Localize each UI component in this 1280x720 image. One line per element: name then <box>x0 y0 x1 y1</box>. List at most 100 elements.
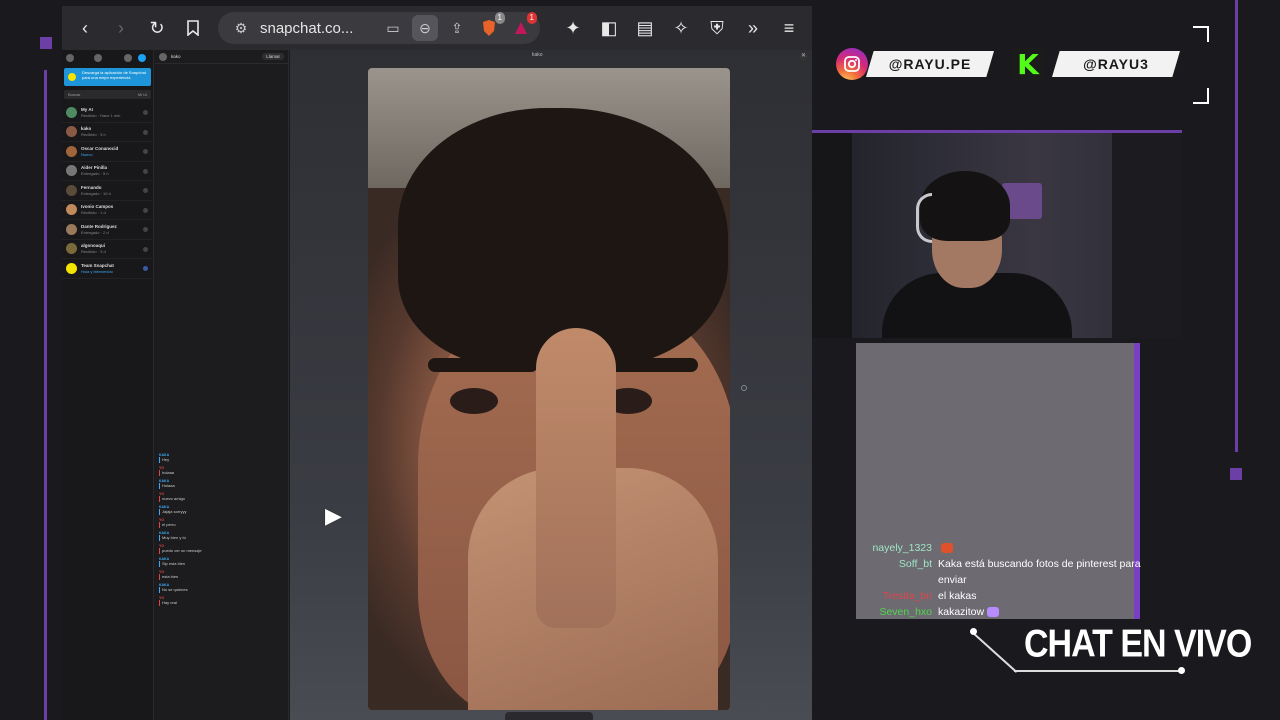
message: Holaaa <box>159 483 284 489</box>
viewer-title: kako <box>532 52 543 58</box>
leo-ai-icon[interactable]: ✧ <box>666 13 696 43</box>
photo-brow-left <box>428 358 538 372</box>
chat-status: Recibido · 1 d <box>81 210 106 216</box>
camera-icon[interactable] <box>143 149 148 154</box>
url-text[interactable]: snapchat.co... <box>260 20 374 37</box>
call-button[interactable]: Llamar <box>262 53 284 60</box>
cast-icon[interactable]: ▭ <box>380 15 406 41</box>
message: Sip esta bien <box>159 561 284 567</box>
conversation-panel: kako Llamar KAKA Hey YO holaaa KAKA Holaaa YO n… <box>155 50 289 720</box>
camera-icon[interactable] <box>143 168 148 174</box>
message: Muy bien y tú <box>159 535 284 541</box>
search-input[interactable]: Buscar Mi IA <box>64 90 151 99</box>
camera-icon[interactable] <box>143 129 148 135</box>
message: esta bien <box>159 574 284 580</box>
photo-thumb <box>536 328 616 628</box>
chat-name: Oscar Conanocid <box>81 145 119 151</box>
message: Hay real <box>159 600 284 606</box>
chat-username: Seven_hxo <box>879 606 932 618</box>
profile-avatar-icon[interactable] <box>66 54 74 62</box>
instagram-icon <box>836 48 868 80</box>
add-friend-icon[interactable] <box>124 54 132 62</box>
webcam-person-hair <box>920 171 1010 241</box>
message: nuevo amigo <box>159 496 284 502</box>
reload-icon[interactable]: ↻ <box>142 13 172 43</box>
chat-list-item[interactable]: Ivonio Campos Recibido · 1 d <box>62 201 153 220</box>
webcam-feed <box>812 130 1182 338</box>
emote-icon <box>941 543 953 554</box>
chat-list-item[interactable]: Dante Rodriguez Entregado · 2 d <box>62 220 153 240</box>
camera-icon[interactable] <box>143 227 148 232</box>
brave-shields-icon[interactable]: 1 <box>476 12 505 41</box>
camera-icon[interactable] <box>143 207 148 213</box>
message: el perro <box>159 522 284 528</box>
chat-text: kakazitow <box>938 604 1000 620</box>
chat-list-item[interactable]: Aider Pinilla Entregado · 5 h <box>62 162 153 181</box>
chat-text: Kaka está buscando fotos de pinterest pa… <box>938 556 1156 588</box>
reaction-tray[interactable] <box>505 712 593 720</box>
chat-message: nayely_1323 <box>866 540 1156 556</box>
chat-status: Hola y bienvenido <box>81 268 113 274</box>
avatar <box>66 106 77 118</box>
camera-icon[interactable] <box>143 246 148 252</box>
frame-line-left <box>44 70 47 720</box>
forward-icon[interactable]: › <box>106 13 136 43</box>
chat-status: Entregado · 10 h <box>81 190 111 196</box>
sidebar-icon[interactable]: ◧ <box>594 13 624 43</box>
chat-status: Entregado · 2 d <box>81 229 109 235</box>
close-icon[interactable]: ✕ <box>799 52 808 61</box>
chat-message: Tresita_bn el kakas <box>866 588 1156 604</box>
bookmark-icon[interactable] <box>178 13 208 43</box>
chat-name: Dante Rodriguez <box>81 223 117 229</box>
chat-list-item[interactable]: Oscar Conanocid Nuevo <box>62 142 153 162</box>
site-settings-icon[interactable]: ⚙ <box>228 15 254 41</box>
chat-message: Soff_bt Kaka está buscando fotos de pinte… <box>866 556 1156 588</box>
chat-list-item[interactable]: algonoaqui Recibido · 3 d <box>62 240 153 259</box>
extensions-icon[interactable]: ✦ <box>558 13 588 43</box>
mouse-cursor-icon: ▶ <box>325 503 342 528</box>
chat-title: CHAT EN VIVO <box>1024 622 1252 666</box>
rewards-badge: 1 <box>526 12 537 24</box>
conversation-name[interactable]: kako <box>171 54 181 59</box>
chat-title-dot-right <box>1178 667 1185 674</box>
snap-viewer: kako ✕ <box>290 50 812 720</box>
snap-photo[interactable] <box>368 68 730 710</box>
download-app-banner[interactable]: Descarga la aplicación de Snapchat para … <box>64 68 151 86</box>
more-extensions-icon[interactable]: » <box>738 13 768 43</box>
camera-icon[interactable] <box>143 110 148 115</box>
ghost-icon[interactable] <box>94 54 102 62</box>
chat-list-item[interactable]: Fernando Entregado · 10 h <box>62 181 153 201</box>
avatar <box>66 184 77 196</box>
chat-list-item[interactable]: Team Snapchat Hola y bienvenido <box>62 259 153 279</box>
avatar <box>66 243 77 255</box>
chat-title-line <box>1014 670 1184 672</box>
shields-badge: 1 <box>494 12 505 24</box>
vpn-icon[interactable]: ⛨ <box>702 13 732 43</box>
photo-eye-left <box>450 388 498 414</box>
camera-icon[interactable] <box>143 266 148 271</box>
brave-rewards-icon[interactable]: 1 <box>508 12 537 41</box>
back-icon[interactable]: ‹ <box>70 13 100 43</box>
share-icon[interactable]: ⇪ <box>444 15 470 41</box>
emote-icon <box>987 607 1000 618</box>
avatar <box>66 223 77 235</box>
chat-list-item[interactable]: My AI Recibido · Hace 1 min <box>62 103 153 123</box>
chat-list-item[interactable]: kako Recibido · 3 h <box>62 123 153 142</box>
frame-corner-top-right <box>1193 26 1209 42</box>
chat-username: nayely_1323 <box>872 542 932 554</box>
new-chat-icon[interactable] <box>138 54 146 62</box>
kick-icon: K <box>1012 48 1044 81</box>
chat-status: Recibido · 3 h <box>81 132 106 138</box>
wallet-icon[interactable]: ▤ <box>630 13 660 43</box>
address-bar[interactable]: ⚙ snapchat.co... ▭ ⊖ ⇪ 1 1 <box>218 12 540 44</box>
search-placeholder: Buscar <box>68 92 81 97</box>
menu-icon[interactable]: ≡ <box>774 13 804 43</box>
camera-icon[interactable] <box>143 188 148 193</box>
avatar <box>66 145 77 157</box>
message: Hey <box>159 457 284 463</box>
frame-square-top-left <box>40 37 52 49</box>
instagram-handle: @RAYU.PE <box>866 51 994 77</box>
zoom-icon[interactable]: ⊖ <box>412 15 438 41</box>
browser-window: ‹ › ↻ ⚙ snapchat.co... ▭ ⊖ ⇪ 1 1 ✦ ◧ ▤ ✧… <box>62 6 812 720</box>
contact-avatar[interactable] <box>159 52 167 61</box>
